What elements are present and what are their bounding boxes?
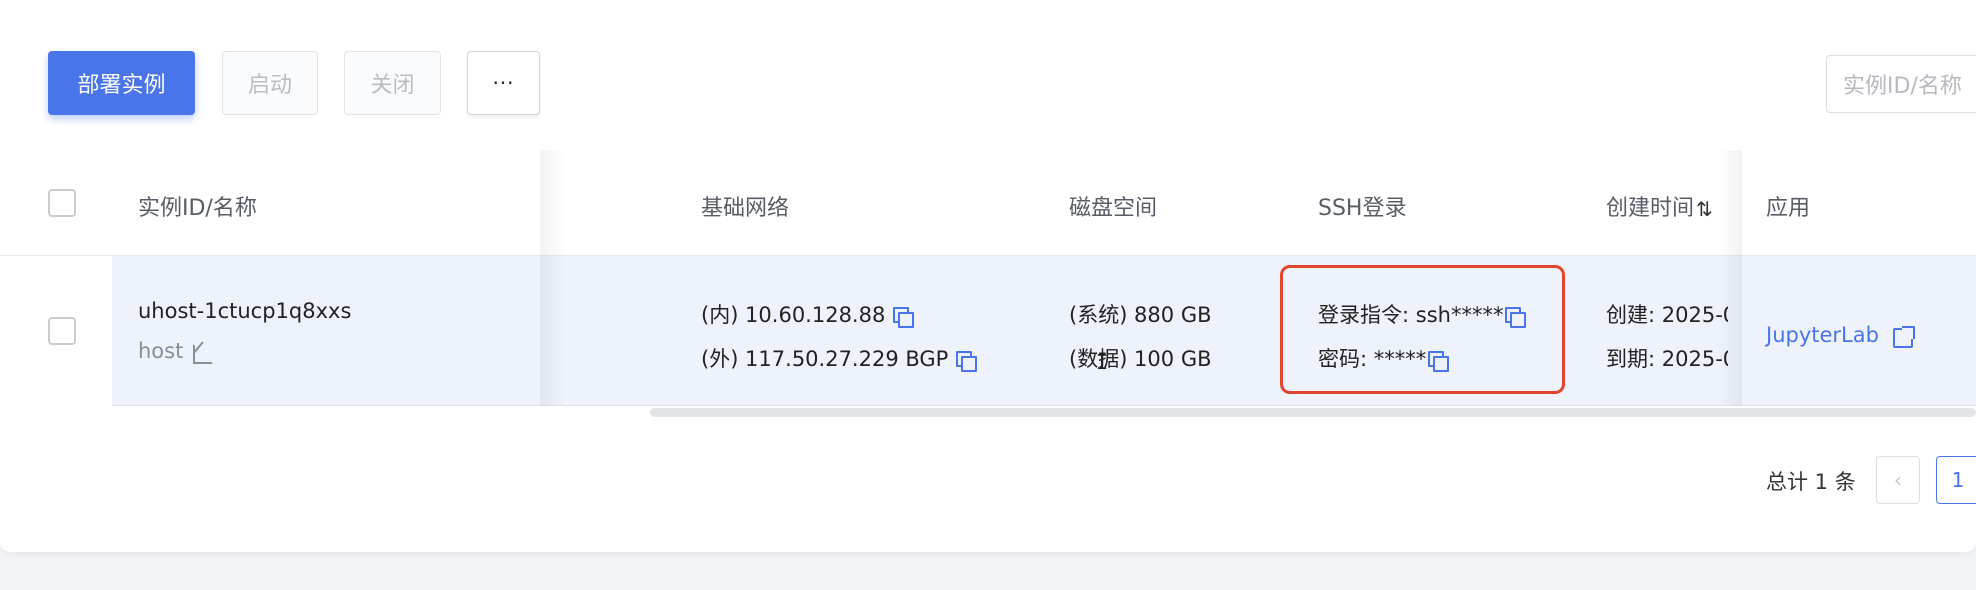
pagination-page-1[interactable]: 1 bbox=[1936, 456, 1976, 504]
start-button[interactable]: 启动 bbox=[222, 51, 318, 115]
copy-icon[interactable] bbox=[956, 351, 978, 372]
disk-data: (数据) 100 GB bbox=[1069, 347, 1212, 371]
expires-at: 到期: 2025-0 bbox=[1606, 347, 1728, 371]
highlight-box bbox=[1280, 265, 1565, 394]
header-disk: 磁盘空间 bbox=[1069, 196, 1158, 221]
table-row[interactable] bbox=[112, 256, 1976, 406]
created-at: 创建: 2025-0 bbox=[1606, 303, 1728, 327]
header-created-label: 创建时间 bbox=[1606, 196, 1695, 221]
instance-name: host bbox=[138, 339, 184, 363]
fixed-left-shadow bbox=[540, 150, 566, 406]
fixed-app-column bbox=[1742, 150, 1976, 406]
ip-internal-cell: (内) 10.60.128.88 bbox=[701, 299, 915, 329]
more-actions-button[interactable]: ··· bbox=[467, 51, 540, 115]
text-cursor-icon: I bbox=[1096, 350, 1109, 374]
search-input[interactable]: 实例ID/名称 bbox=[1826, 55, 1976, 113]
edit-icon[interactable] bbox=[193, 342, 214, 364]
close-button[interactable]: 关闭 bbox=[344, 51, 441, 115]
external-link-icon[interactable] bbox=[1892, 326, 1915, 348]
ip-external-cell: (外) 117.50.27.229 BGP bbox=[701, 343, 978, 373]
ip-internal: (内) 10.60.128.88 bbox=[701, 303, 886, 327]
fixed-right-shadow bbox=[1718, 150, 1742, 406]
select-all-checkbox[interactable] bbox=[48, 189, 76, 217]
header-app: 应用 bbox=[1766, 196, 1811, 221]
instance-list-card: 部署实例 启动 关闭 ··· 实例ID/名称 实例ID/名称 基础网络 磁盘空间… bbox=[0, 0, 1976, 552]
sort-icon[interactable]: ⇅ bbox=[1696, 197, 1713, 221]
header-instance: 实例ID/名称 bbox=[138, 196, 257, 221]
row-checkbox[interactable] bbox=[48, 317, 76, 345]
disk-system: (系统) 880 GB bbox=[1069, 303, 1212, 327]
pagination-prev-button[interactable]: ‹ bbox=[1876, 456, 1920, 504]
deploy-instance-button[interactable]: 部署实例 bbox=[48, 51, 195, 115]
header-created[interactable]: 创建时间 ⇅ bbox=[1606, 190, 1713, 222]
instance-name-cell: host bbox=[138, 339, 214, 364]
app-link-cell[interactable]: JupyterLab bbox=[1766, 323, 1915, 348]
ip-external: (外) 117.50.27.229 BGP bbox=[701, 347, 949, 371]
header-network: 基础网络 bbox=[701, 196, 790, 221]
header-ssh: SSH登录 bbox=[1318, 196, 1407, 221]
horizontal-scrollbar[interactable] bbox=[650, 408, 1976, 417]
pagination-total: 总计 1 条 bbox=[1766, 470, 1856, 494]
copy-icon[interactable] bbox=[893, 307, 915, 328]
jupyterlab-link[interactable]: JupyterLab bbox=[1766, 323, 1879, 347]
instance-id: uhost-1ctucp1q8xxs bbox=[138, 299, 352, 323]
